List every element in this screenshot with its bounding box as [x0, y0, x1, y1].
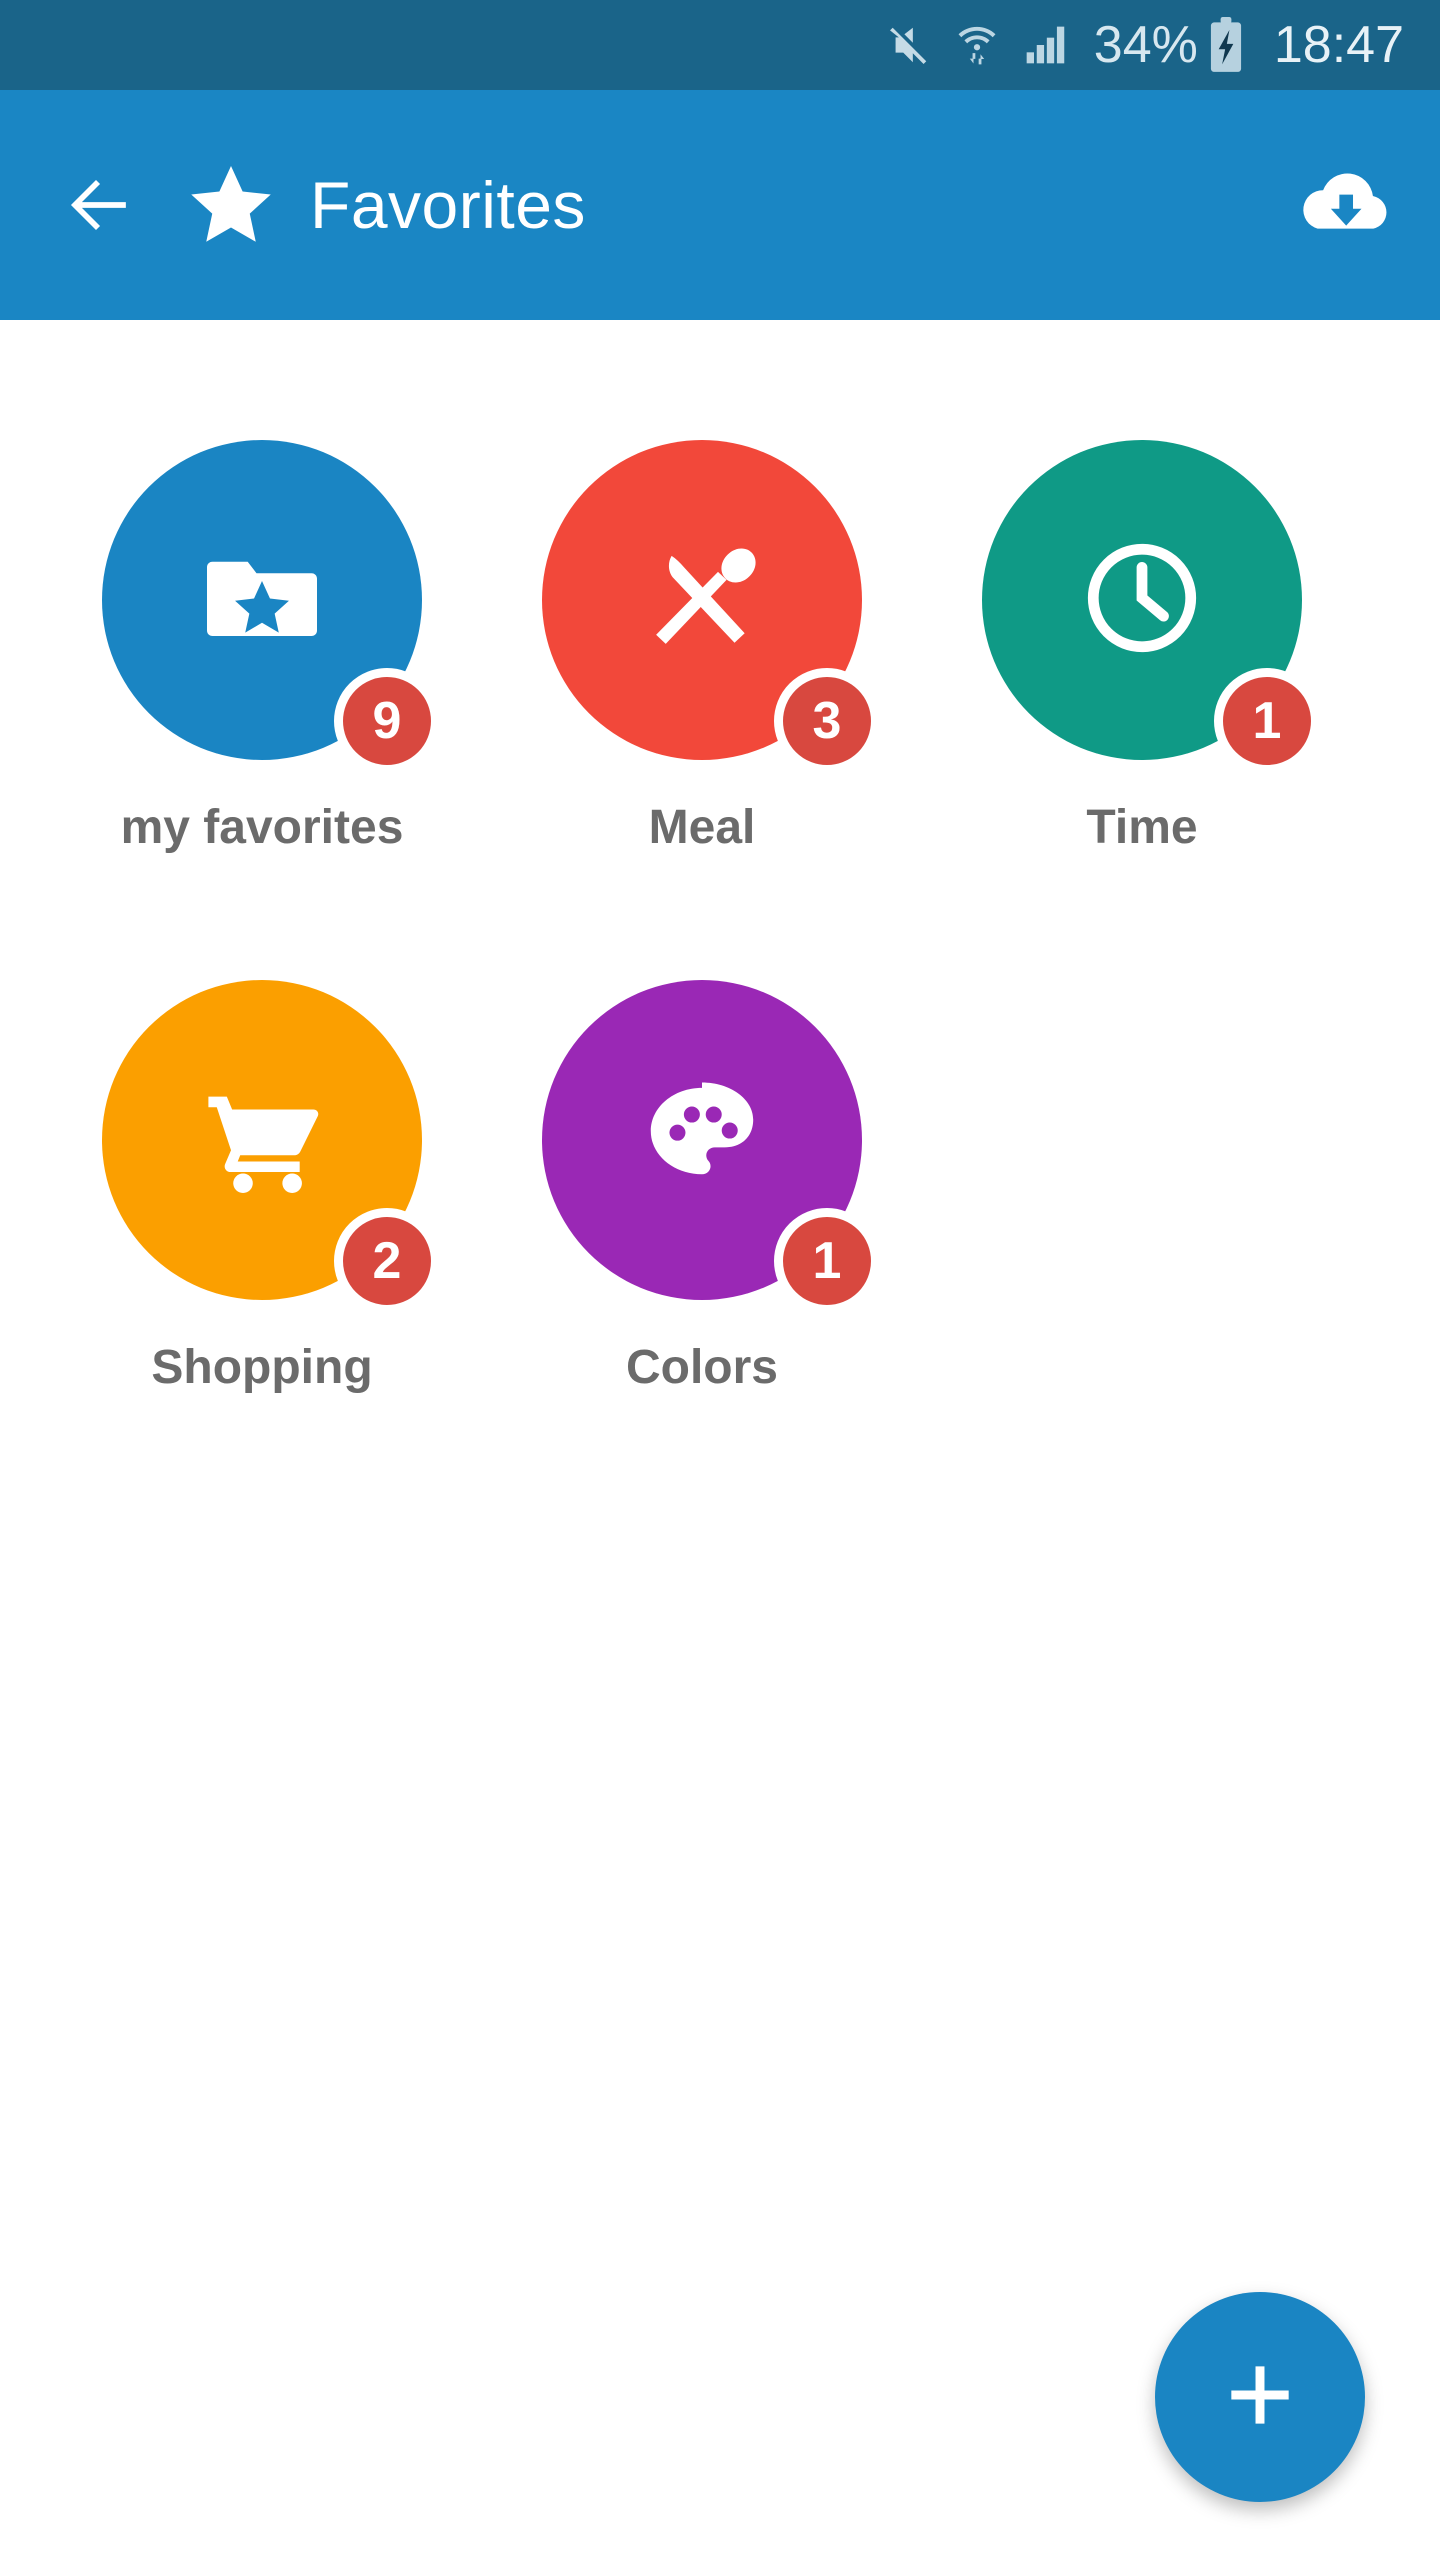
category-item-meal[interactable]: 3 Meal — [482, 420, 922, 960]
cutlery-icon — [638, 534, 766, 667]
wifi-icon — [954, 21, 1000, 69]
category-item-time[interactable]: 1 Time — [922, 420, 1362, 960]
badge-count: 9 — [334, 668, 440, 774]
category-item-shopping[interactable]: 2 Shopping — [42, 960, 482, 1500]
category-grid: 9 my favorites 3 Meal 1 Time 2 Shopping … — [0, 420, 1440, 1500]
category-circle-wrap: 9 — [102, 440, 440, 774]
category-circle-wrap: 3 — [542, 440, 880, 774]
folder-star-icon — [196, 532, 328, 669]
category-label: Meal — [648, 801, 756, 854]
content-area: 9 my favorites 3 Meal 1 Time 2 Shopping … — [0, 320, 1440, 2560]
page-title: Favorites — [310, 168, 586, 242]
star-icon — [186, 160, 276, 250]
category-label: Colors — [625, 1341, 778, 1394]
palette-icon — [638, 1074, 766, 1207]
add-button[interactable] — [1155, 2292, 1365, 2502]
plus-icon — [1217, 2352, 1303, 2443]
category-label: Time — [1086, 801, 1198, 854]
category-label: my favorites — [120, 801, 404, 854]
mute-icon — [886, 22, 932, 68]
status-clock: 18:47 — [1273, 16, 1404, 74]
badge-count: 3 — [774, 668, 880, 774]
battery-charging-icon — [1208, 17, 1244, 73]
category-circle-wrap: 1 — [542, 980, 880, 1314]
category-circle-wrap: 2 — [102, 980, 440, 1314]
battery-percent-label: 34% — [1093, 16, 1198, 74]
shopping-cart-icon — [195, 1071, 329, 1210]
category-label: Shopping — [151, 1341, 373, 1394]
cloud-download-icon[interactable] — [1296, 155, 1396, 255]
clock-icon — [1074, 530, 1210, 671]
back-button[interactable] — [60, 166, 138, 244]
category-item-my-favorites[interactable]: 9 my favorites — [42, 420, 482, 960]
badge-count: 1 — [774, 1208, 880, 1314]
category-item-colors[interactable]: 1 Colors — [482, 960, 922, 1500]
badge-count: 2 — [334, 1208, 440, 1314]
badge-count: 1 — [1214, 668, 1320, 774]
app-bar: Favorites — [0, 90, 1440, 320]
category-circle-wrap: 1 — [982, 440, 1320, 774]
status-bar: 34% 18:47 — [0, 0, 1440, 90]
signal-icon — [1022, 23, 1068, 67]
